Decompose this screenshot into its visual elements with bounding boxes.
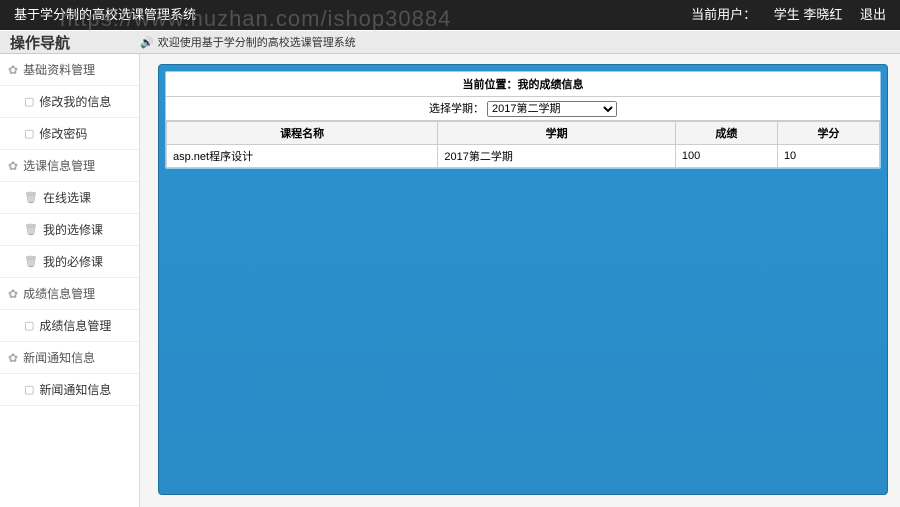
table-body: asp.net程序设计2017第二学期10010 — [167, 145, 880, 168]
file-icon: ▢ — [24, 319, 34, 332]
sidebar-group-label: 基础资料管理 — [23, 61, 95, 78]
sidebar: ✿ 基础资料管理 ▢ 修改我的信息 ▢ 修改密码 ✿ 选课信息管理 🗑 在线选课 🗑 我的选修课 🗑 我的… — [0, 54, 140, 507]
sidebar-item-label: 新闻通知信息 — [39, 381, 111, 398]
current-user-label: 当前用户： — [691, 7, 756, 22]
sidebar-item[interactable]: ▢ 修改我的信息 — [0, 86, 139, 118]
location-value: 我的成绩信息 — [518, 79, 584, 91]
sidebar-group-head[interactable]: ✿ 成绩信息管理 — [0, 278, 139, 310]
sidebar-group-label: 新闻通知信息 — [23, 349, 95, 366]
location-label: 当前位置： — [463, 79, 518, 91]
sidebar-group-head[interactable]: ✿ 基础资料管理 — [0, 54, 139, 86]
term-label: 选择学期： — [429, 103, 484, 115]
sidebar-item[interactable]: 🗑 在线选课 — [0, 182, 139, 214]
sidebar-item-label: 我的必修课 — [43, 253, 103, 270]
table-row: asp.net程序设计2017第二学期10010 — [167, 145, 880, 168]
file-icon: ▢ — [24, 95, 34, 108]
term-select-row: 选择学期： 2017第二学期 — [166, 97, 880, 121]
app-title: 基于学分制的高校选课管理系统 — [14, 0, 196, 30]
table-column-header: 成绩 — [675, 122, 777, 145]
welcome-message: 🔊 欢迎使用基于学分制的高校选课管理系统 — [140, 34, 356, 50]
sidebar-group-head[interactable]: ✿ 新闻通知信息 — [0, 342, 139, 374]
sidebar-item[interactable]: ▢ 成绩信息管理 — [0, 310, 139, 342]
table-column-header: 学分 — [777, 122, 879, 145]
sidebar-item[interactable]: 🗑 我的选修课 — [0, 214, 139, 246]
table-cell: 100 — [675, 145, 777, 168]
sidebar-item-label: 修改密码 — [39, 125, 87, 142]
breadcrumb: 当前位置：我的成绩信息 — [166, 72, 880, 97]
sidebar-item[interactable]: ▢ 修改密码 — [0, 118, 139, 150]
sidebar-group-label: 选课信息管理 — [23, 157, 95, 174]
gear-icon: ✿ — [8, 287, 18, 301]
table-cell: 10 — [777, 145, 879, 168]
current-user-value: 学生 李晓红 — [774, 7, 843, 22]
table-cell: 2017第二学期 — [438, 145, 676, 168]
sidebar-item[interactable]: 🗑 我的必修课 — [0, 246, 139, 278]
logout-link[interactable]: 退出 — [860, 7, 886, 22]
table-cell: asp.net程序设计 — [167, 145, 438, 168]
panel-inner: 当前位置：我的成绩信息 选择学期： 2017第二学期 课程名称学期成绩学分 as… — [165, 71, 881, 169]
speaker-icon: 🔊 — [140, 36, 154, 49]
sidebar-group-label: 成绩信息管理 — [23, 285, 95, 302]
table-column-header: 学期 — [438, 122, 676, 145]
main-area: 当前位置：我的成绩信息 选择学期： 2017第二学期 课程名称学期成绩学分 as… — [140, 54, 900, 507]
gear-icon: ✿ — [8, 159, 18, 173]
sidebar-item-label: 成绩信息管理 — [39, 317, 111, 334]
sidebar-item-label: 在线选课 — [43, 189, 91, 206]
sidebar-item-label: 我的选修课 — [43, 221, 103, 238]
table-header-row: 课程名称学期成绩学分 — [167, 122, 880, 145]
topbar: 基于学分制的高校选课管理系统 当前用户： 学生 李晓红 退出 — [0, 0, 900, 30]
container: ✿ 基础资料管理 ▢ 修改我的信息 ▢ 修改密码 ✿ 选课信息管理 🗑 在线选课 🗑 我的选修课 🗑 我的… — [0, 54, 900, 507]
file-icon: ▢ — [24, 127, 34, 140]
welcome-text: 欢迎使用基于学分制的高校选课管理系统 — [158, 34, 356, 50]
trash-icon: 🗑 — [24, 191, 38, 204]
file-icon: ▢ — [24, 383, 34, 396]
sidebar-group-head[interactable]: ✿ 选课信息管理 — [0, 150, 139, 182]
nav-title: 操作导航 — [0, 32, 140, 53]
topbar-right: 当前用户： 学生 李晓红 退出 — [663, 0, 886, 30]
sidebar-item-label: 修改我的信息 — [39, 93, 111, 110]
trash-icon: 🗑 — [24, 223, 38, 236]
subbar: 操作导航 🔊 欢迎使用基于学分制的高校选课管理系统 — [0, 30, 900, 54]
gear-icon: ✿ — [8, 63, 18, 77]
grades-table: 课程名称学期成绩学分 asp.net程序设计2017第二学期10010 — [166, 121, 880, 168]
current-user: 当前用户： 学生 李晓红 — [677, 7, 846, 22]
trash-icon: 🗑 — [24, 255, 38, 268]
term-select[interactable]: 2017第二学期 — [487, 101, 617, 117]
content-panel: 当前位置：我的成绩信息 选择学期： 2017第二学期 课程名称学期成绩学分 as… — [158, 64, 888, 495]
gear-icon: ✿ — [8, 351, 18, 365]
table-column-header: 课程名称 — [167, 122, 438, 145]
sidebar-item[interactable]: ▢ 新闻通知信息 — [0, 374, 139, 406]
